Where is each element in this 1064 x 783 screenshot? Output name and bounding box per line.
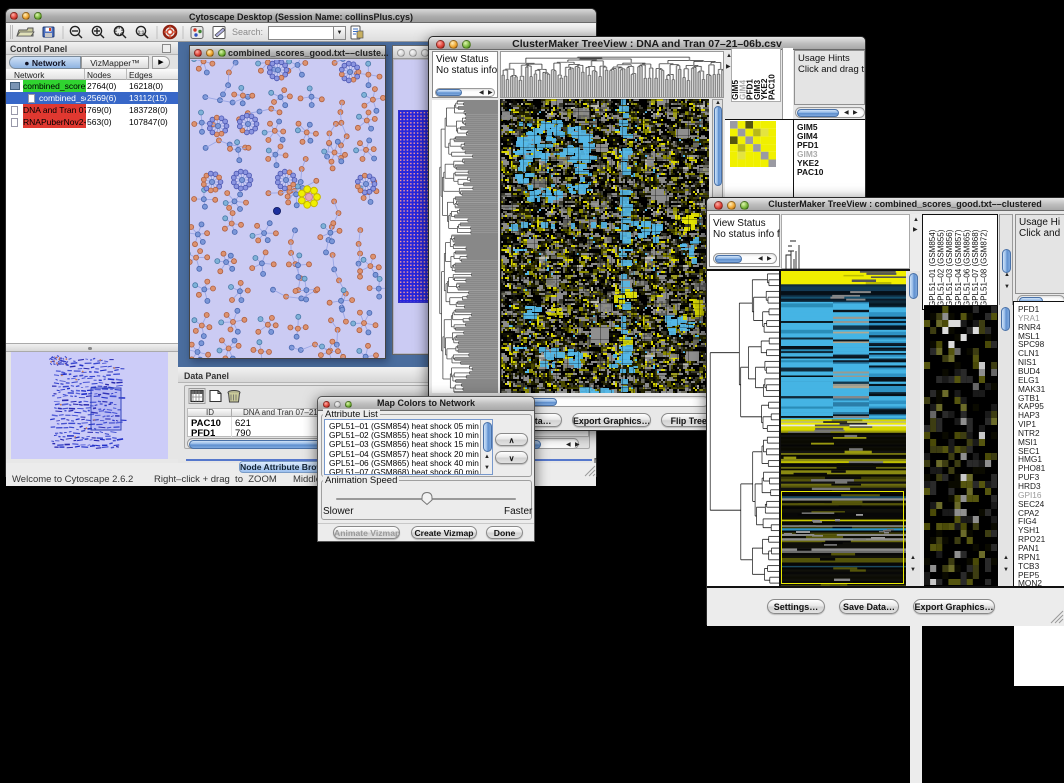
svg-text:1:1: 1:1: [138, 30, 145, 35]
svg-text:GPL51–08 (GSM872): GPL51–08 (GSM872): [980, 229, 989, 307]
svg-text:PAC10: PAC10: [767, 74, 776, 100]
